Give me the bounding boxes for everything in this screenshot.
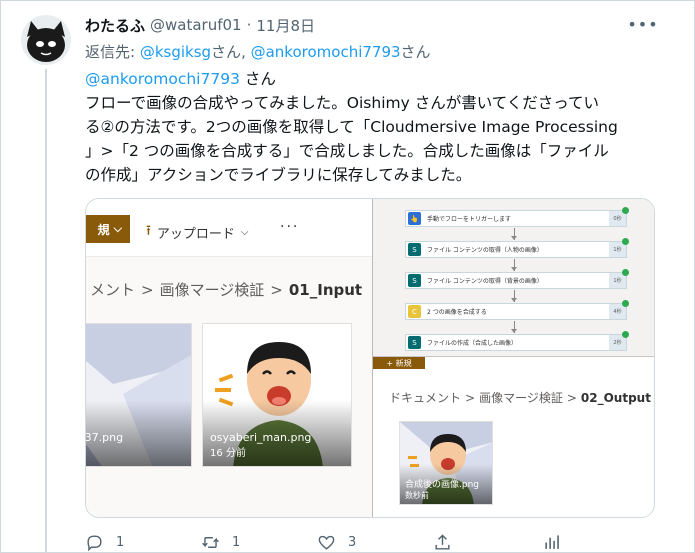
file-tile: 合成後の画像.png 数秒前 — [399, 421, 493, 505]
new-button-label: 規 — [97, 222, 110, 237]
breadcrumb-separator: > — [465, 391, 476, 405]
file-name: ound137.png — [86, 431, 124, 444]
media-attachment[interactable]: 規 ⌵ ⭱ アップロード ⌵ ··· メント > 画像マージ検証 >01_Input — [85, 198, 655, 518]
upload-button: ⭱ アップロード ⌵ — [146, 220, 249, 244]
more-options-icon[interactable]: ••• — [627, 13, 657, 35]
breadcrumb-item: メント — [90, 281, 136, 299]
share-button[interactable] — [433, 531, 464, 553]
tweet-text: @ankoromochi7793 さん フローで画像の合成やってみました。Ois… — [85, 67, 665, 187]
reply-to-line: 返信先: @ksgiksgさん, @ankoromochi7793さん — [85, 41, 431, 62]
breadcrumb-current: 02_Output — [580, 391, 651, 405]
breadcrumb-item: ドキュメント — [389, 391, 462, 405]
connector-icon: 👆 — [408, 212, 421, 225]
like-button[interactable]: 3 — [317, 531, 356, 553]
tweet-text-line: る②の方法です。2つの画像を取得して「Cloudmersive Image Pr… — [85, 118, 618, 136]
retweet-button[interactable]: 1 — [201, 531, 240, 553]
tweet-text-line: 」>「2 つの画像を合成する」で合成しました。合成した画像は「ファイル — [85, 142, 609, 160]
file-name: 合成後の画像.png — [405, 480, 479, 490]
success-check-icon — [622, 269, 629, 276]
share-icon — [435, 533, 450, 550]
more-icon: ··· — [280, 219, 300, 235]
reply-comma: , — [241, 43, 251, 61]
success-check-icon — [622, 207, 629, 214]
breadcrumb-current: 01_Input — [288, 281, 363, 299]
tweet-actions: 1 1 3 — [85, 531, 665, 553]
success-check-icon — [622, 300, 629, 307]
breadcrumb: メント > 画像マージ検証 >01_Input — [90, 279, 362, 300]
thread-line — [45, 69, 47, 553]
flow-step-label: ファイル コンテンツの取得（人物の画像） — [427, 247, 543, 254]
tweet-header: わたるふ @wataruf01 · 11月8日 — [85, 15, 315, 35]
flow-arrow-icon — [511, 259, 517, 271]
success-check-icon — [622, 238, 629, 245]
reply-icon — [87, 534, 102, 551]
like-count: 3 — [348, 534, 357, 550]
tweet-text-line: フローで画像の合成やってみました。Oishimy さんが書いてくださってい — [85, 94, 600, 112]
flow-step-label: 手動でフローをトリガーします — [427, 216, 512, 223]
file-modified-time: 16 分前 — [210, 448, 246, 459]
tweet-date[interactable]: 11月8日 — [256, 15, 315, 36]
flow-step: S ファイルの作成（合成した画像） 2秒 — [405, 331, 629, 351]
connector-icon: C — [408, 305, 421, 318]
breadcrumb: ドキュメント > 画像マージ検証 >02_Output — [389, 389, 651, 406]
upload-icon: ⭱ — [146, 223, 151, 239]
file-modified-time: 数秒前 — [405, 491, 429, 500]
retweet-icon — [202, 536, 219, 548]
breadcrumb-item: 画像マージ検証 — [159, 281, 265, 299]
reply-suffix: さん — [211, 43, 242, 61]
analytics-button[interactable] — [543, 531, 574, 553]
file-tile: ound137.png — [86, 323, 192, 467]
reply-user-link[interactable]: @ksgiksg — [140, 43, 211, 61]
file-name: osyaberi_man.png — [210, 431, 312, 444]
breadcrumb-separator: > — [270, 281, 283, 299]
connector-icon: S — [408, 274, 421, 287]
output-library-toolbar: + 新規 — [373, 357, 654, 373]
connector-icon: S — [408, 243, 421, 256]
reply-prefix: 返信先: — [85, 43, 140, 61]
avatar[interactable] — [21, 15, 71, 65]
new-button: + 新規 — [373, 357, 425, 369]
flow-step: S ファイル コンテンツの取得（背景の画像） 1秒 — [405, 269, 629, 289]
flow-step-label: ファイル コンテンツの取得（背景の画像） — [427, 278, 543, 285]
flow-step: 👆 手動でフローをトリガーします 0秒 — [405, 207, 629, 227]
sharepoint-input-screenshot[interactable]: 規 ⌵ ⭱ アップロード ⌵ ··· メント > 画像マージ検証 >01_Input — [86, 199, 372, 517]
tweet-card: わたるふ @wataruf01 · 11月8日 ••• 返信先: @ksgiks… — [0, 0, 695, 553]
flow-step-label: 2 つの画像を合成する — [427, 309, 487, 316]
reply-button[interactable]: 1 — [85, 531, 124, 553]
user-handle[interactable]: @wataruf01 — [150, 16, 242, 34]
flow-arrow-icon — [511, 228, 517, 240]
chevron-down-icon: ⌵ — [240, 226, 249, 238]
flow-step: S ファイル コンテンツの取得（人物の画像） 1秒 — [405, 238, 629, 258]
heart-icon — [318, 535, 335, 550]
retweet-count: 1 — [232, 534, 241, 550]
analytics-icon — [545, 534, 559, 549]
chevron-down-icon: ⌵ — [113, 222, 122, 235]
mention-suffix: さん — [239, 70, 276, 88]
library-toolbar: 規 ⌵ ⭱ アップロード ⌵ ··· — [86, 199, 372, 257]
tweet-text-line: の作成」アクションでライブラリに保存してみました。 — [85, 166, 472, 184]
display-name[interactable]: わたるふ — [85, 15, 145, 36]
flow-step-label: ファイルの作成（合成した画像） — [427, 340, 518, 347]
breadcrumb-separator: > — [141, 281, 154, 299]
flow-step: C2 つの画像を合成する 4秒 — [405, 300, 629, 320]
flow-arrow-icon — [511, 290, 517, 302]
flow-and-output-screenshot[interactable]: 👆 手動でフローをトリガーします 0秒 S ファイル コンテンツの取得（人物の画像） 1秒… — [372, 199, 654, 517]
reply-suffix: さん — [400, 43, 431, 61]
mention-link[interactable]: @ankoromochi7793 — [85, 70, 240, 88]
reply-count: 1 — [116, 534, 125, 550]
upload-label: アップロード — [156, 226, 235, 242]
new-button: 規 ⌵ — [86, 215, 130, 243]
power-automate-flow: 👆 手動でフローをトリガーします 0秒 S ファイル コンテンツの取得（人物の画像） 1秒… — [373, 199, 654, 357]
flow-arrow-icon — [511, 321, 517, 333]
meta-separator: · — [246, 16, 252, 34]
breadcrumb-item: 画像マージ検証 — [479, 391, 563, 405]
breadcrumb-separator: > — [566, 391, 577, 405]
file-tile: osyaberi_man.png 16 分前 — [202, 323, 352, 467]
connector-icon: S — [408, 336, 421, 349]
success-check-icon — [622, 331, 629, 338]
reply-user-link[interactable]: @ankoromochi7793 — [251, 43, 401, 61]
